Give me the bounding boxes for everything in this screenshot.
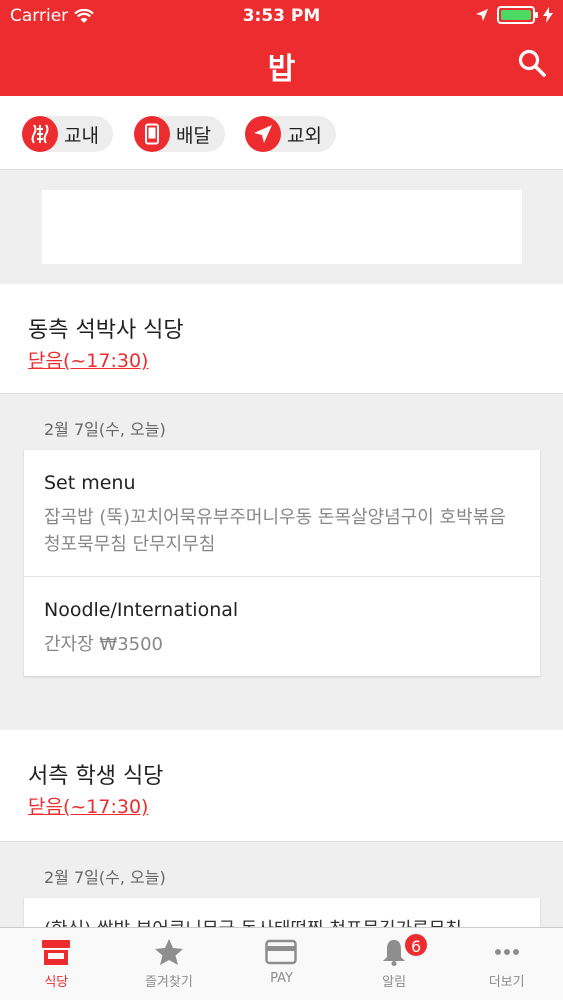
tab-label: 더보기	[488, 975, 525, 990]
restaurant-header[interactable]: 동측 석박사 식당 닫음(~17:30)	[0, 284, 563, 394]
location-services-icon	[476, 9, 488, 21]
tab-label: 즐겨찾기	[144, 975, 193, 990]
charging-icon	[543, 7, 553, 23]
menu-description: 간자장 ₩3500	[44, 634, 164, 655]
banner[interactable]	[42, 190, 522, 264]
restaurant-header[interactable]: 서측 학생 식당 닫음(~17:30)	[0, 730, 563, 842]
star-icon	[154, 939, 183, 965]
restaurant-name: 동측 석박사 식당	[28, 318, 184, 343]
banner-area	[0, 170, 563, 284]
filter-offcampus-button[interactable]: 교외	[245, 116, 336, 152]
tab-label: PAY	[270, 971, 293, 986]
tab-pay[interactable]: PAY	[225, 928, 338, 1000]
tab-label: 알림	[382, 975, 407, 990]
menu-description: 잡곡밥 (뚝)꼬치어묵유부주머니우동 돈목살양념구이 호박볶음 청포묵무침 단무…	[44, 507, 506, 555]
tab-notifications[interactable]: 6 알림	[338, 928, 451, 1000]
status-bar: Carrier 3:53 PM	[0, 0, 563, 32]
menu-item[interactable]: (한식) 쌀밥 부어큐니무국 돈사태떡찜 청포묵김가루무침	[24, 898, 540, 927]
tab-favorites[interactable]: 즐겨찾기	[113, 928, 226, 1000]
restaurant-status[interactable]: 닫음(~17:30)	[28, 792, 148, 819]
menu-item[interactable]: Noodle/International 간자장 ₩3500	[24, 577, 540, 676]
menu-day-section: 2월 7일(수, 오늘) Set menu 잡곡밥 (뚝)꼬치어묵유부주머니우동…	[0, 394, 563, 712]
menu-date: 2월 7일(수, 오늘)	[44, 868, 166, 887]
filter-bar: 교내 배달 교외	[0, 96, 563, 170]
notification-badge: 6	[403, 932, 430, 958]
menu-title: Set menu	[44, 472, 136, 494]
campus-icon	[22, 116, 58, 152]
filter-delivery-label: 배달	[176, 124, 211, 147]
phone-icon	[134, 116, 170, 152]
page-title: 밥	[267, 52, 296, 87]
search-icon[interactable]	[517, 48, 547, 78]
menu-date: 2월 7일(수, 오늘)	[44, 420, 166, 439]
filter-delivery-button[interactable]: 배달	[134, 116, 225, 152]
menu-card: Set menu 잡곡밥 (뚝)꼬치어묵유부주머니우동 돈목살양념구이 호박볶음…	[24, 450, 540, 676]
filter-offcampus-label: 교외	[287, 124, 322, 147]
menu-day-section: 2월 7일(수, 오늘) (한식) 쌀밥 부어큐니무국 돈사태떡찜 청포묵김가루…	[0, 842, 563, 927]
menu-title: Noodle/International	[44, 599, 239, 621]
more-icon	[494, 949, 519, 955]
battery-icon	[497, 6, 538, 24]
tab-more[interactable]: 더보기	[450, 928, 563, 1000]
card-icon	[265, 939, 298, 965]
tab-bar: 식당 즐겨찾기 PAY 6 알림 더보기	[0, 927, 563, 1000]
store-icon	[42, 940, 71, 965]
filter-campus-label: 교내	[64, 124, 99, 147]
menu-description: (한식) 쌀밥 부어큐니무국 돈사태떡찜 청포묵김가루무침	[44, 916, 520, 927]
menu-card: (한식) 쌀밥 부어큐니무국 돈사태떡찜 청포묵김가루무침	[24, 898, 540, 927]
menu-item[interactable]: Set menu 잡곡밥 (뚝)꼬치어묵유부주머니우동 돈목살양념구이 호박볶음…	[24, 450, 540, 577]
restaurant-status[interactable]: 닫음(~17:30)	[28, 346, 148, 373]
tab-restaurant[interactable]: 식당	[0, 928, 113, 1000]
restaurant-name: 서측 학생 식당	[28, 764, 164, 789]
tab-label: 식당	[44, 975, 69, 990]
location-arrow-icon	[245, 116, 281, 152]
app-header: Carrier 3:53 PM 밥	[0, 0, 563, 96]
filter-campus-button[interactable]: 교내	[22, 116, 113, 152]
